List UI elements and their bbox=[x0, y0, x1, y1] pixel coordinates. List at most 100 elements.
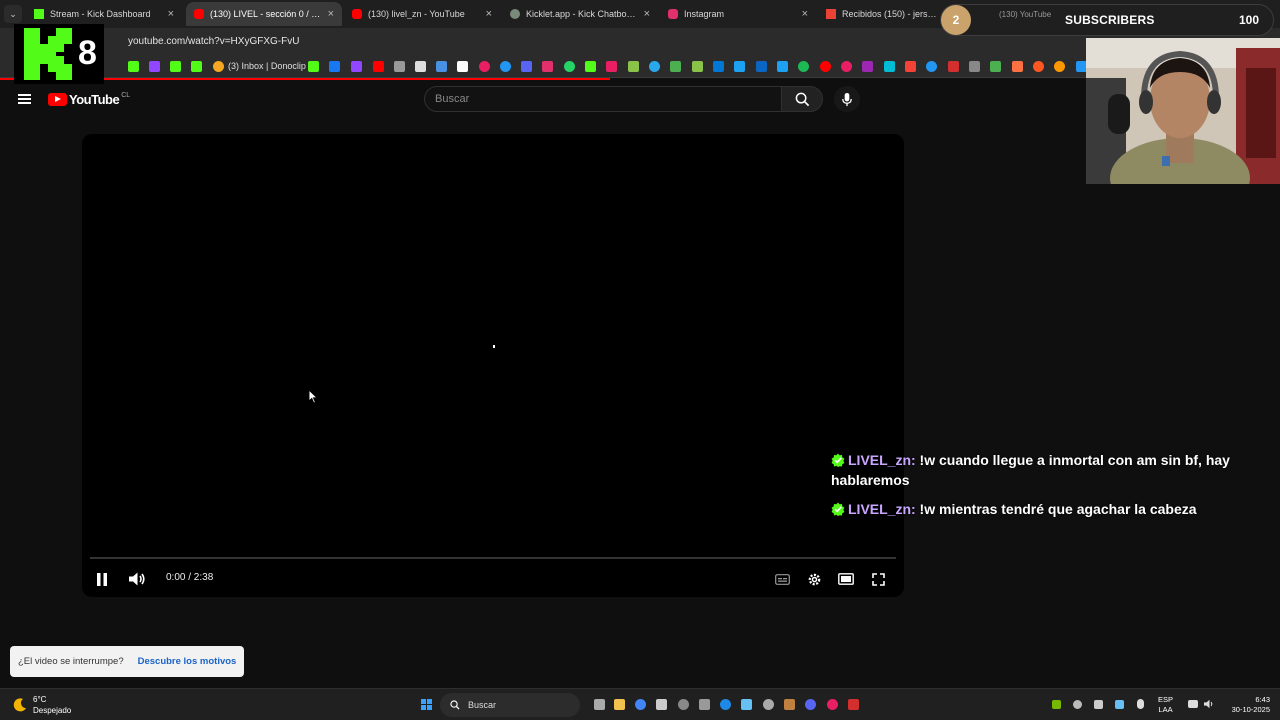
steam-icon[interactable] bbox=[741, 699, 752, 710]
task-view-icon[interactable] bbox=[594, 699, 605, 710]
twitter-icon[interactable] bbox=[734, 61, 745, 72]
windows-start-icon[interactable] bbox=[421, 699, 432, 710]
network-icon[interactable] bbox=[1188, 700, 1198, 708]
app-icon[interactable] bbox=[720, 699, 731, 710]
bookmark-icon[interactable] bbox=[905, 61, 916, 72]
bookmark-icon[interactable] bbox=[926, 61, 937, 72]
kick-count: 8 bbox=[78, 34, 97, 72]
close-icon[interactable]: × bbox=[328, 8, 334, 20]
tab-kicklet[interactable]: Kicklet.app - Kick Chatbot and × bbox=[502, 2, 658, 26]
bookmark-icon[interactable] bbox=[862, 61, 873, 72]
discord-icon[interactable] bbox=[805, 699, 816, 710]
microphone-icon[interactable] bbox=[1137, 699, 1144, 709]
url-field[interactable]: youtube.com/watch?v=HXyGFXG-FvU bbox=[128, 36, 299, 47]
bookmark-icon[interactable] bbox=[479, 61, 490, 72]
bookmark-icon[interactable] bbox=[1054, 61, 1065, 72]
fullscreen-button[interactable] bbox=[869, 568, 887, 590]
youtube-bookmark-icon[interactable] bbox=[820, 61, 831, 72]
app-icon[interactable] bbox=[848, 699, 859, 710]
taskbar-search[interactable]: Buscar bbox=[440, 693, 580, 717]
language-indicator[interactable]: ESP LAA bbox=[1158, 695, 1173, 715]
bookmark-icon[interactable] bbox=[948, 61, 959, 72]
bookmark-icon[interactable] bbox=[308, 61, 319, 72]
app-icon[interactable] bbox=[678, 699, 689, 710]
bookmark-icon[interactable] bbox=[394, 61, 405, 72]
bookmark-icon[interactable] bbox=[436, 61, 447, 72]
webcam-feed bbox=[1086, 38, 1280, 184]
volume-button[interactable] bbox=[127, 568, 147, 590]
bookmark-icon[interactable] bbox=[606, 61, 617, 72]
bookmark-icon[interactable] bbox=[670, 61, 681, 72]
bookmark-icon[interactable] bbox=[170, 61, 181, 72]
donoclip-icon[interactable] bbox=[213, 61, 224, 72]
app-icon[interactable] bbox=[784, 699, 795, 710]
steam-tray-icon[interactable] bbox=[1115, 700, 1124, 709]
whatsapp-icon[interactable] bbox=[564, 61, 575, 72]
twitch-icon[interactable] bbox=[351, 61, 362, 72]
youtube-logo[interactable]: YouTube CL bbox=[48, 92, 130, 107]
goal-current: 2 bbox=[952, 13, 960, 27]
tray-icon[interactable] bbox=[1094, 700, 1103, 709]
bookmark-icon[interactable] bbox=[969, 61, 980, 72]
telegram-icon[interactable] bbox=[649, 61, 660, 72]
system-clock[interactable]: 6:43 30-10-2025 bbox=[1226, 695, 1270, 715]
tab-kick-dashboard[interactable]: Stream - Kick Dashboard × bbox=[26, 2, 182, 26]
tab-livel-section[interactable]: (130) LIVEL - sección 0 / presen × bbox=[186, 2, 342, 26]
bookmark-icon[interactable] bbox=[149, 61, 160, 72]
voice-search-button[interactable] bbox=[834, 86, 860, 112]
bookmark-icon[interactable] bbox=[1033, 61, 1044, 72]
bookmark-icon[interactable] bbox=[1012, 61, 1023, 72]
close-icon[interactable]: × bbox=[168, 8, 174, 20]
theater-mode-button[interactable] bbox=[837, 568, 855, 590]
spotify-icon[interactable] bbox=[798, 61, 809, 72]
menu-icon[interactable] bbox=[18, 94, 31, 104]
pause-button[interactable] bbox=[93, 568, 111, 590]
tab-instagram[interactable]: Instagram × bbox=[660, 2, 816, 26]
bookmark-icon[interactable] bbox=[457, 61, 468, 72]
search-button[interactable] bbox=[781, 86, 823, 112]
instagram-icon[interactable] bbox=[542, 61, 553, 72]
bookmark-icon[interactable] bbox=[585, 61, 596, 72]
app-icon[interactable] bbox=[699, 699, 710, 710]
app-icon[interactable] bbox=[827, 699, 838, 710]
bookmark-icon[interactable] bbox=[373, 61, 384, 72]
bookmark-icon[interactable] bbox=[777, 61, 788, 72]
file-explorer-icon[interactable] bbox=[614, 699, 625, 710]
subscribers-goal: 2 (130) YouTube SUBSCRIBERS 100 bbox=[940, 4, 1274, 36]
subtitles-button[interactable] bbox=[773, 568, 791, 590]
tab-livel-youtube[interactable]: (130) livel_zn - YouTube × bbox=[344, 2, 500, 26]
webcam-image bbox=[1086, 38, 1280, 184]
bookmark-icon[interactable] bbox=[415, 61, 426, 72]
app-icon[interactable] bbox=[763, 699, 774, 710]
speaker-icon[interactable] bbox=[1204, 699, 1215, 709]
bookmark-icon[interactable] bbox=[990, 61, 1001, 72]
close-icon[interactable]: × bbox=[486, 8, 492, 20]
store-icon[interactable] bbox=[656, 699, 667, 710]
tab-search-button[interactable]: ⌄ bbox=[4, 5, 22, 23]
bookmark-icon[interactable] bbox=[884, 61, 895, 72]
tray-icon[interactable] bbox=[1073, 700, 1082, 709]
close-icon[interactable]: × bbox=[802, 8, 808, 20]
outlook-icon[interactable] bbox=[713, 61, 724, 72]
close-icon[interactable]: × bbox=[644, 8, 650, 20]
messenger-icon[interactable] bbox=[500, 61, 511, 72]
kick-bookmark-icon[interactable] bbox=[191, 61, 202, 72]
linkedin-icon[interactable] bbox=[756, 61, 767, 72]
goal-label: SUBSCRIBERS bbox=[1065, 13, 1155, 27]
settings-button[interactable] bbox=[805, 568, 823, 590]
bookmark-icon[interactable] bbox=[841, 61, 852, 72]
bookmark-donoclip[interactable]: (3) Inbox | Donoclip bbox=[228, 61, 306, 71]
notice-link[interactable]: Descubre los motivos bbox=[138, 656, 237, 667]
nvidia-icon[interactable] bbox=[1052, 700, 1061, 709]
bookmark-icon[interactable] bbox=[628, 61, 639, 72]
bookmark-icon[interactable] bbox=[329, 61, 340, 72]
tab-gmail[interactable]: Recibidos (150) - jersonleonc bbox=[818, 2, 948, 26]
discord-icon[interactable] bbox=[521, 61, 532, 72]
progress-bar[interactable] bbox=[90, 557, 896, 559]
search-input[interactable]: Buscar bbox=[424, 86, 782, 112]
video-player[interactable]: 0:00 / 2:38 bbox=[82, 134, 904, 597]
bookmark-icon[interactable] bbox=[692, 61, 703, 72]
chrome-icon[interactable] bbox=[635, 699, 646, 710]
bookmark-icon[interactable] bbox=[128, 61, 139, 72]
volume-icon bbox=[128, 572, 145, 586]
